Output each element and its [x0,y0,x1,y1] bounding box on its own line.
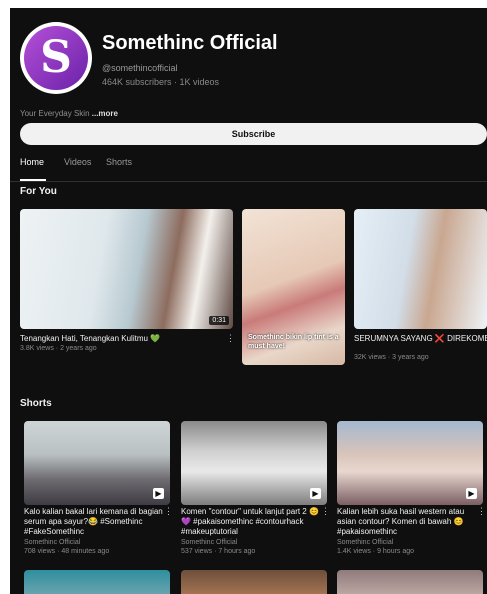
video-title[interactable]: SERUMNYA SAYANG ❌ DIREKOMEN [354,334,487,345]
channel-handle: @somethincofficial [102,63,178,73]
short-meta: 708 views · 48 minutes ago [24,548,110,555]
for-you-heading: For You [20,186,57,197]
short-thumbnail[interactable] [181,570,327,594]
short-channel: Somethinc Official [181,539,238,546]
short-title[interactable]: Kalian lebih suka hasil western atau asi… [337,507,477,537]
short-thumbnail[interactable]: ▶ [337,421,483,505]
tab-home[interactable]: Home [20,157,44,167]
channel-stats: 464K subscribers · 1K videos [102,77,220,87]
shorts-icon: ▶ [153,488,164,499]
video-thumbnail[interactable]: 0:31 [20,209,233,329]
avatar-logo: S [24,26,88,90]
description-text: Your Everyday Skin [20,109,92,118]
short-channel: Somethinc Official [24,539,81,546]
short-thumbnail[interactable] [24,570,170,594]
channel-tabs: Home Videos Shorts [10,156,487,182]
channel-description[interactable]: Your Everyday Skin ...more [20,109,118,118]
shorts-icon: ▶ [310,488,321,499]
video-duration: 0:31 [209,316,229,325]
subscribe-button[interactable]: Subscribe [20,123,487,145]
shorts-icon: ▶ [466,488,477,499]
phone-screen: S Somethinc Official @somethincofficial … [10,8,487,594]
short-thumbnail[interactable]: Somethinc bikin lip tint is a must have! [242,209,345,365]
short-thumbnail[interactable]: ▶ [181,421,327,505]
more-link[interactable]: ...more [92,109,118,118]
channel-avatar[interactable]: S [20,22,92,94]
more-options-icon[interactable]: ⋮ [477,506,486,517]
short-overlay-caption: Somethinc bikin lip tint is a must have! [248,334,339,350]
channel-name: Somethinc Official [102,32,278,54]
more-options-icon[interactable]: ⋮ [321,506,330,517]
logo-letter: S [40,32,72,83]
tab-videos[interactable]: Videos [64,157,91,167]
more-options-icon[interactable]: ⋮ [164,506,173,517]
video-meta: 32K views · 3 years ago [354,354,429,361]
short-channel: Somethinc Official [337,539,394,546]
short-thumbnail[interactable] [337,570,483,594]
short-meta: 1.4K views · 9 hours ago [337,548,415,555]
tab-shorts[interactable]: Shorts [106,157,132,167]
video-title[interactable]: Tenangkan Hati, Tenangkan Kulitmu 💚 [20,334,220,345]
short-thumbnail[interactable]: ▶ [24,421,170,505]
video-meta: 3.8K views · 2 years ago [20,345,97,352]
more-options-icon[interactable]: ⋮ [226,333,235,344]
shorts-heading: Shorts [20,398,52,409]
short-meta: 537 views · 7 hours ago [181,548,256,555]
video-thumbnail[interactable] [354,209,487,329]
active-tab-indicator [20,179,46,181]
short-title[interactable]: Kalo kalian bakal lari kemana di bagian … [24,507,164,537]
short-title[interactable]: Komen "contour" untuk lanjut part 2 😊💜 #… [181,507,321,537]
